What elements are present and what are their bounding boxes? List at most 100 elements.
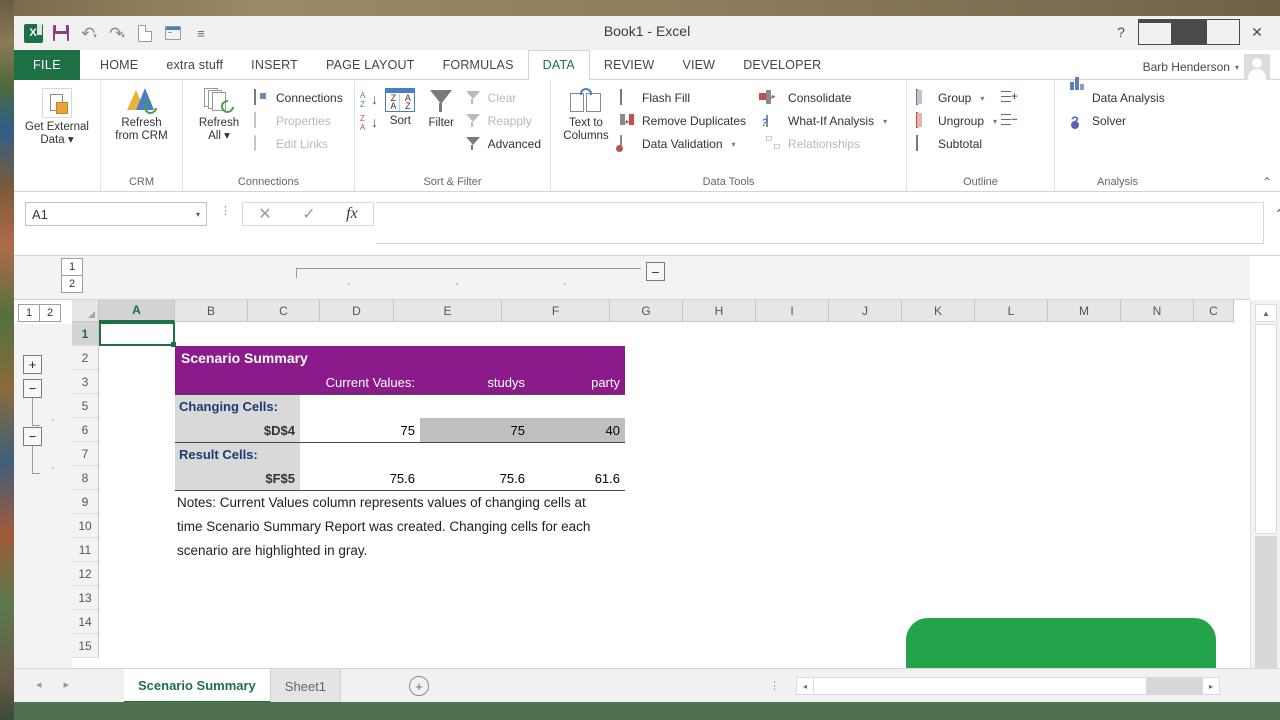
row-header-8[interactable]: 8 (72, 466, 99, 490)
row-header-14[interactable]: 14 (72, 610, 99, 634)
restore-icon[interactable] (1206, 19, 1240, 45)
ungroup-button[interactable]: Ungroup ▾ (912, 110, 1001, 132)
insert-function-icon[interactable]: fx (346, 205, 358, 223)
expand-formula-bar-icon[interactable]: ⌃ (1274, 206, 1280, 223)
next-sheet-icon[interactable]: ▸ (64, 678, 70, 691)
column-header-b[interactable]: B (175, 300, 248, 322)
active-cell-a1[interactable] (99, 322, 176, 347)
sort-button[interactable]: ZAAZ Sort (380, 85, 421, 128)
data-validation-button[interactable]: Data Validation ▾ (616, 133, 750, 155)
column-header-i[interactable]: I (756, 300, 829, 322)
scroll-up-button[interactable]: ▲ (1255, 304, 1277, 322)
row-header-10[interactable]: 10 (72, 514, 99, 538)
column-collapse-button[interactable]: − (646, 262, 665, 281)
row-header-15[interactable]: 15 (72, 634, 99, 658)
tab-page-layout[interactable]: PAGE LAYOUT (312, 50, 429, 80)
chevron-down-icon[interactable]: ▾ (993, 117, 997, 126)
chevron-down-icon[interactable]: ▾ (732, 140, 736, 149)
row-collapse-button-1[interactable]: − (23, 379, 42, 398)
sheet-tab-sheet1[interactable]: Sheet1 (270, 669, 341, 703)
sheet-tab-scenario-summary[interactable]: Scenario Summary (124, 669, 271, 703)
horizontal-scrollbar-track[interactable] (1146, 677, 1202, 695)
consolidate-button[interactable]: ▸ Consolidate (759, 87, 891, 109)
remove-duplicates-button[interactable]: ▸ Remove Duplicates (616, 110, 750, 132)
row-header-7[interactable]: 7 (72, 442, 99, 466)
column-header-n[interactable]: N (1121, 300, 1194, 322)
column-header-d[interactable]: D (320, 300, 394, 322)
minimize-icon[interactable] (1172, 19, 1206, 45)
vertical-scrollbar[interactable]: ▲ ▼ (1250, 300, 1280, 712)
horizontal-scrollbar-grip[interactable]: ⋮ (769, 679, 780, 692)
row-outline-level-2[interactable]: 2 (39, 304, 61, 322)
chevron-down-icon[interactable]: ▾ (1235, 63, 1239, 72)
column-header-f[interactable]: F (502, 300, 610, 322)
refresh-from-crm-button[interactable]: Refresh from CRM (106, 85, 177, 143)
tab-file[interactable]: FILE (14, 50, 80, 80)
help-icon[interactable]: ? (1104, 19, 1138, 45)
chevron-down-icon[interactable]: ▾ (883, 117, 887, 126)
row-expand-button[interactable]: + (23, 355, 42, 374)
vertical-scrollbar-track[interactable] (1255, 536, 1277, 688)
hide-detail-button[interactable]: − (1001, 110, 1032, 132)
column-header-partial[interactable]: C (1194, 300, 1234, 322)
column-header-h[interactable]: H (683, 300, 756, 322)
sort-descending-icon[interactable]: Z A ↓ (360, 114, 380, 133)
previous-sheet-icon[interactable]: ◂ (36, 678, 42, 691)
row-header-6[interactable]: 6 (72, 418, 99, 442)
get-external-data-button[interactable]: Get External Data ▾ (19, 85, 95, 147)
scroll-left-button[interactable]: ◂ (796, 677, 814, 695)
filter-button[interactable]: Filter (421, 85, 462, 130)
flash-fill-button[interactable]: Flash Fill (616, 87, 750, 109)
vertical-scrollbar-thumb[interactable] (1255, 324, 1277, 534)
what-if-analysis-button[interactable]: What-If Analysis ▾ (762, 110, 891, 132)
column-header-e[interactable]: E (394, 300, 502, 322)
chevron-down-icon[interactable]: ▾ (980, 94, 984, 103)
data-analysis-button[interactable]: Data Analysis (1066, 76, 1169, 109)
formula-bar-grip[interactable]: ⋮ (220, 204, 231, 217)
select-all-button[interactable] (72, 300, 99, 322)
text-to-columns-button[interactable]: Text to Columns (556, 85, 616, 143)
cancel-icon[interactable]: ✕ (258, 204, 271, 224)
row-header-11[interactable]: 11 (72, 538, 99, 562)
formula-input[interactable] (376, 202, 1264, 244)
collapse-ribbon-icon[interactable]: ⌃ (1262, 175, 1272, 189)
column-header-l[interactable]: L (975, 300, 1048, 322)
column-header-m[interactable]: M (1048, 300, 1121, 322)
column-header-k[interactable]: K (902, 300, 975, 322)
add-sheet-button[interactable]: + (409, 676, 429, 696)
horizontal-scrollbar[interactable]: ◂ ▸ (796, 677, 1220, 695)
row-header-1[interactable]: 1 (72, 322, 99, 346)
horizontal-scrollbar-thumb[interactable] (813, 677, 1147, 695)
solver-button[interactable]: ? Solver (1066, 110, 1169, 132)
advanced-filter-button[interactable]: Advanced (462, 133, 545, 155)
user-account[interactable]: Barb Henderson ▾ (1143, 54, 1270, 80)
tab-formulas[interactable]: FORMULAS (429, 50, 528, 80)
chevron-down-icon[interactable]: ▾ (196, 210, 200, 219)
enter-icon[interactable]: ✓ (302, 204, 315, 224)
tab-home[interactable]: HOME (86, 50, 152, 80)
cell-grid[interactable]: Scenario Summary Current Values: studys … (99, 322, 1250, 712)
column-outline-level-1[interactable]: 1 (61, 258, 83, 276)
ribbon-display-options-icon[interactable] (1138, 19, 1172, 45)
subtotal-button[interactable]: Subtotal (912, 133, 1001, 155)
refresh-all-button[interactable]: Refresh All ▾ (188, 85, 250, 143)
column-header-g[interactable]: G (610, 300, 683, 322)
row-collapse-button-2[interactable]: − (23, 427, 42, 446)
row-header-2[interactable]: 2 (72, 346, 99, 370)
column-header-a[interactable]: A (99, 300, 175, 322)
avatar[interactable] (1244, 54, 1270, 80)
scroll-right-button[interactable]: ▸ (1202, 677, 1220, 695)
close-icon[interactable]: ✕ (1240, 19, 1274, 45)
connections-button[interactable]: Connections (250, 87, 347, 109)
row-header-3[interactable]: 3 (72, 370, 99, 394)
column-header-c[interactable]: C (248, 300, 320, 322)
tab-view[interactable]: VIEW (668, 50, 729, 80)
tab-review[interactable]: REVIEW (590, 50, 669, 80)
tab-extra-stuff[interactable]: extra stuff (152, 50, 237, 80)
row-header-13[interactable]: 13 (72, 586, 99, 610)
tab-insert[interactable]: INSERT (237, 50, 312, 80)
group-button[interactable]: Group ▾ (912, 87, 1001, 109)
name-box[interactable]: A1 ▾ (25, 202, 207, 226)
show-detail-button[interactable]: + (1001, 87, 1032, 109)
row-header-9[interactable]: 9 (72, 490, 99, 514)
